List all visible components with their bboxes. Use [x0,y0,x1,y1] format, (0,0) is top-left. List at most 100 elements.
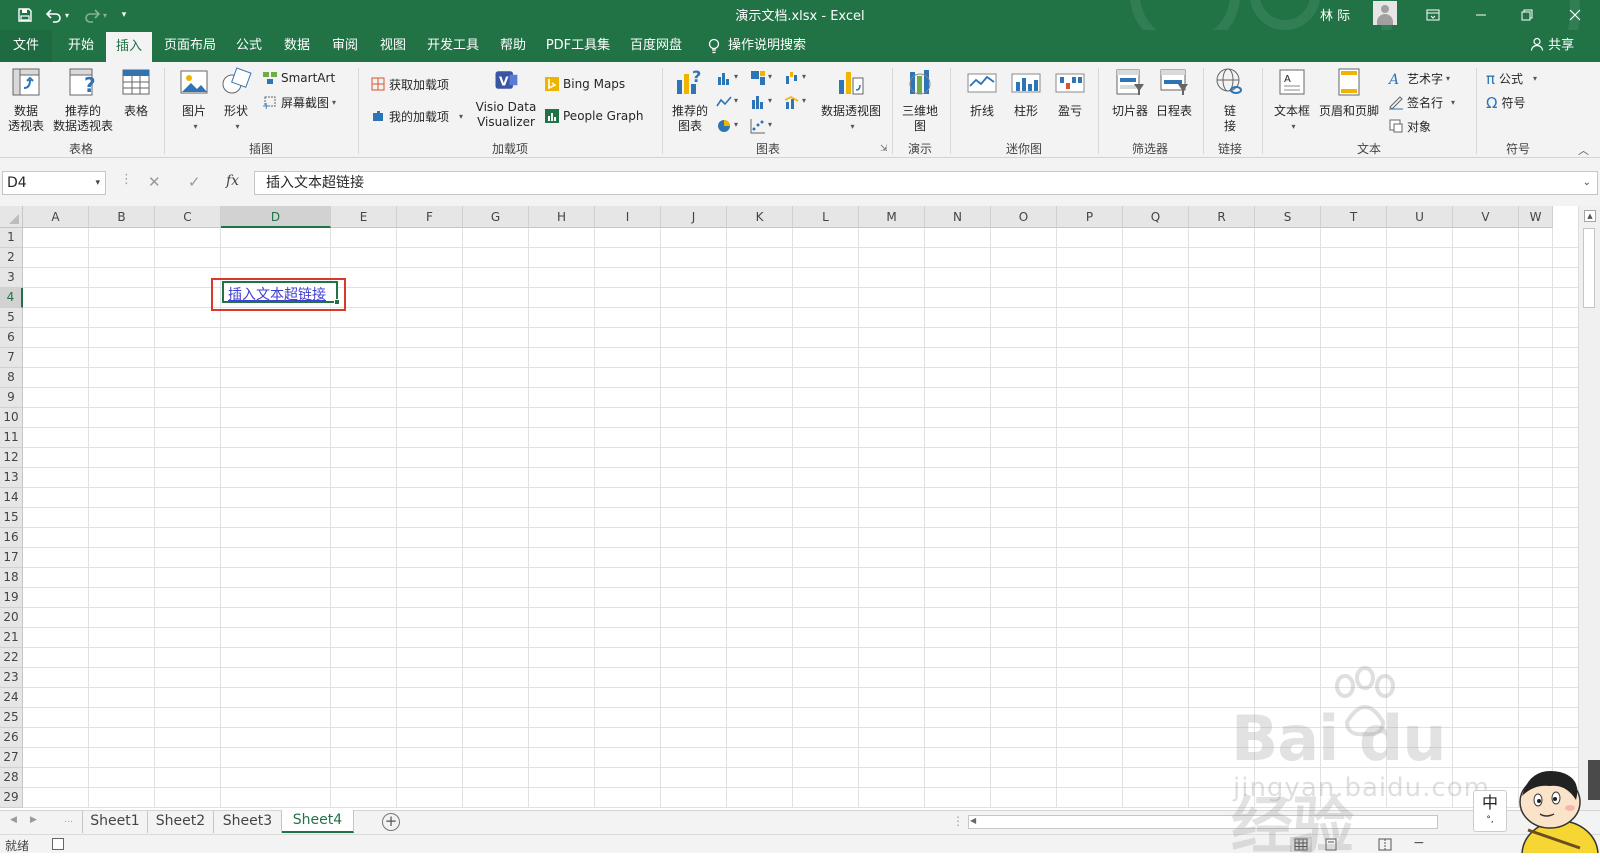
column-header[interactable]: O [991,206,1057,228]
sheet-tab[interactable]: Sheet3 [214,811,282,833]
column-header[interactable]: L [793,206,859,228]
my-addins-button[interactable]: 我的加载项 ▾ [370,106,463,126]
column-header[interactable]: G [463,206,529,228]
row-header[interactable]: 7 [0,348,23,368]
formula-input[interactable]: 插入文本超链接 ⌄ [254,171,1598,195]
row-header[interactable]: 28 [0,768,23,788]
column-header[interactable]: R [1189,206,1255,228]
row-header[interactable]: 2 [0,248,23,268]
column-header[interactable]: F [397,206,463,228]
more-sheets-icon[interactable]: … [64,815,73,825]
row-header[interactable]: 24 [0,688,23,708]
shapes-button[interactable]: 形状 ▾ [216,66,256,134]
table-button[interactable]: 表格 [116,66,156,119]
combo-chart-icon[interactable] [784,94,800,110]
row-header[interactable]: 29 [0,788,23,808]
row-header[interactable]: 18 [0,568,23,588]
wordart-button[interactable]: A 艺术字 ▾ [1388,68,1450,88]
row-header[interactable]: 10 [0,408,23,428]
row-header[interactable]: 5 [0,308,23,328]
scatter-chart-icon[interactable] [750,118,766,134]
row-header[interactable]: 11 [0,428,23,448]
close-icon[interactable] [1552,0,1598,30]
dropdown-arrow[interactable]: ▾ [734,120,738,129]
tab-baidu-netdisk[interactable]: 百度网盘 [624,30,688,62]
tab-pdf-tools[interactable]: PDF工具集 [542,30,614,62]
timeline-button[interactable]: 日程表 [1152,66,1196,119]
row-header[interactable]: 6 [0,328,23,348]
statistic-chart-icon[interactable] [750,94,766,110]
screenshot-button[interactable]: + 屏幕截图 ▾ [262,92,336,112]
column-header[interactable]: U [1387,206,1453,228]
row-header[interactable]: 14 [0,488,23,508]
smartart-button[interactable]: SmartArt [262,68,335,88]
column-header[interactable]: H [529,206,595,228]
column-header[interactable]: A [23,206,89,228]
dialog-launcher-icon[interactable]: ⇲ [880,144,888,154]
symbol-button[interactable]: Ω 符号 [1486,92,1525,112]
column-header[interactable]: J [661,206,727,228]
object-button[interactable]: 对象 [1388,116,1431,136]
pictures-button[interactable]: 图片 ▾ [172,66,216,134]
column-header[interactable]: S [1255,206,1321,228]
slicer-button[interactable]: 切片器 [1108,66,1152,119]
pivot-table-button[interactable]: 数据 透视表 [4,66,48,134]
column-header[interactable]: B [89,206,155,228]
sheet-tab[interactable]: Sheet2 [148,811,214,833]
tell-me-search[interactable]: 操作说明搜索 [728,30,828,62]
header-footer-button[interactable]: 页眉和页脚 [1316,66,1382,119]
bing-maps-button[interactable]: Bing Maps [544,74,625,94]
link-button[interactable]: 链 接 [1210,66,1250,134]
people-graph-button[interactable]: People Graph [544,106,644,126]
hierarchy-chart-icon[interactable] [750,70,766,86]
row-header[interactable]: 19 [0,588,23,608]
scroll-left-icon[interactable]: ◀ [970,816,976,825]
minimize-icon[interactable] [1458,0,1504,30]
add-sheet-icon[interactable]: + [382,813,400,831]
fill-handle[interactable] [334,299,340,305]
avatar[interactable] [1373,1,1397,25]
sparkline-win-loss-button[interactable]: 盈亏 [1050,66,1090,119]
line-chart-icon[interactable] [716,94,732,110]
name-box[interactable]: D4 ▾ [2,171,106,195]
row-header[interactable]: 8 [0,368,23,388]
column-header[interactable]: D [221,206,331,228]
column-header[interactable]: C [155,206,221,228]
tab-home[interactable]: 开始 [58,30,104,62]
text-box-button[interactable]: A 文本框 ▾ [1270,66,1314,134]
zoom-out-icon[interactable]: − [1413,835,1425,851]
page-layout-view-icon[interactable] [1320,837,1342,852]
scroll-up-icon[interactable]: ▲ [1584,210,1596,222]
column-header[interactable]: V [1453,206,1519,228]
share-button[interactable]: 共享 [1530,30,1574,62]
next-sheet-icon[interactable]: ▶ [30,815,37,825]
worksheet-grid[interactable]: ABCDEFGHIJKLMNOPQRSTUVW 1 2 3 4 5 6 7 8 9 10 11 12 1… [0,206,1600,810]
dropdown-arrow[interactable]: ▾ [768,96,772,105]
recommended-pivot-tables-button[interactable]: ? 推荐的 数据透视表 [52,66,114,134]
dropdown-arrow[interactable]: ▾ [802,72,806,81]
tab-help[interactable]: 帮助 [490,30,536,62]
expand-formula-icon[interactable]: ⌄ [1583,172,1591,194]
row-header[interactable]: 20 [0,608,23,628]
visio-data-visualizer-button[interactable]: V Visio Data Visualizer [472,66,540,130]
normal-view-icon[interactable] [1290,837,1312,852]
column-chart-icon[interactable] [716,70,732,86]
sheet-tab[interactable]: Sheet1 [82,811,148,833]
restore-icon[interactable] [1504,0,1550,30]
row-header[interactable]: 17 [0,548,23,568]
horizontal-scrollbar[interactable] [968,815,1438,829]
chevron-down-icon[interactable]: ▾ [95,172,100,194]
row-header[interactable]: 4 [0,288,23,308]
3d-map-button[interactable]: 三维地 图 [898,66,942,134]
tab-view[interactable]: 视图 [370,30,416,62]
user-name[interactable]: 林 际 [1320,5,1350,24]
tab-review[interactable]: 审阅 [322,30,368,62]
column-header[interactable]: E [331,206,397,228]
hyperlink-text[interactable]: 插入文本超链接 [228,284,326,304]
cancel-icon[interactable]: ✕ [148,173,161,191]
column-header[interactable]: W [1519,206,1553,228]
insert-function-icon[interactable]: fx [226,173,239,189]
prev-sheet-icon[interactable]: ◀ [10,815,17,825]
scroll-thumb[interactable] [1583,228,1595,308]
row-header[interactable]: 25 [0,708,23,728]
